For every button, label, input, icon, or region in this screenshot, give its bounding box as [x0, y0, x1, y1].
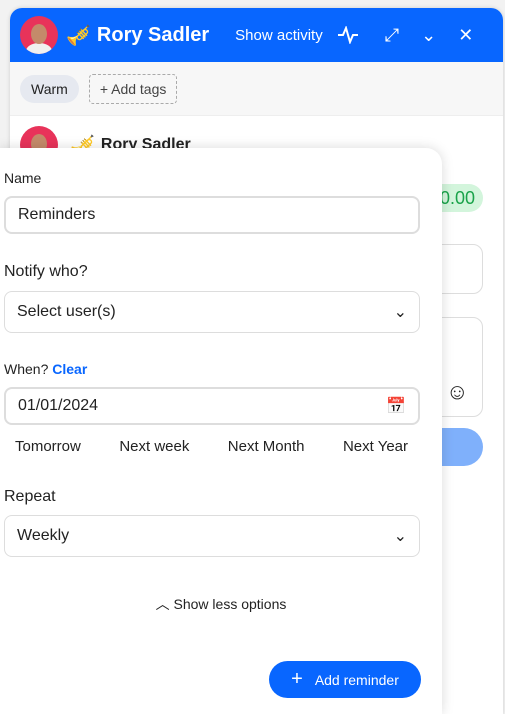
- header-bar: 🎺 Rory Sadler Show activity ⤢ ⌄ ✕: [10, 8, 503, 62]
- add-reminder-label: Add reminder: [314, 671, 399, 688]
- close-icon[interactable]: ✕: [458, 25, 473, 46]
- emoji-icon[interactable]: ☺: [446, 379, 468, 405]
- plus-icon: +: [99, 80, 112, 97]
- tags-row: Warm + Add tags: [10, 62, 503, 116]
- chevron-up-icon: ︿: [155, 596, 174, 612]
- calendar-icon[interactable]: 📅: [386, 396, 406, 416]
- quick-next-month[interactable]: Next Month: [228, 438, 305, 455]
- chevron-down-icon: ⌄: [393, 304, 407, 321]
- date-input[interactable]: 01/01/2024 📅: [4, 387, 420, 425]
- tag-warm[interactable]: Warm: [20, 74, 79, 103]
- plus-icon: +: [291, 668, 303, 690]
- show-less-label: Show less options: [173, 596, 287, 612]
- notify-label: Notify who?: [4, 263, 88, 280]
- name-label: Name: [4, 170, 42, 186]
- add-tags-button[interactable]: + Add tags: [88, 73, 178, 104]
- chevron-down-icon[interactable]: ⌄: [421, 25, 436, 46]
- when-text: When?: [4, 361, 49, 377]
- avatar: [20, 16, 58, 54]
- repeat-select[interactable]: Weekly ⌄: [4, 515, 420, 557]
- date-value: 01/01/2024: [18, 397, 99, 414]
- when-label: When? Clear: [4, 361, 87, 377]
- clear-link[interactable]: Clear: [52, 361, 87, 377]
- add-reminder-button[interactable]: + Add reminder: [269, 661, 421, 698]
- name-value: Reminders: [18, 206, 96, 223]
- name-input[interactable]: Reminders: [4, 196, 420, 234]
- reminder-popover: Name Reminders Notify who? Select user(s…: [0, 148, 442, 714]
- chevron-down-icon: ⌄: [393, 528, 407, 545]
- activity-icon[interactable]: [337, 26, 359, 44]
- repeat-label: Repeat: [4, 488, 56, 505]
- quick-next-week[interactable]: Next week: [119, 438, 189, 455]
- trumpet-emoji: 🎺: [66, 24, 91, 47]
- contact-name: Rory Sadler: [96, 23, 210, 46]
- show-activity-button[interactable]: Show activity: [235, 27, 323, 44]
- add-tags-label: Add tags: [111, 80, 167, 97]
- quick-tomorrow[interactable]: Tomorrow: [15, 438, 81, 455]
- notify-placeholder: Select user(s): [17, 303, 116, 320]
- repeat-value: Weekly: [17, 527, 70, 544]
- quick-next-year[interactable]: Next Year: [343, 438, 408, 455]
- show-less-options[interactable]: ︿ Show less options: [0, 594, 442, 614]
- quick-dates: Tomorrow Next week Next Month Next Year: [4, 438, 420, 455]
- expand-icon[interactable]: ⤢: [385, 25, 399, 46]
- notify-select[interactable]: Select user(s) ⌄: [4, 291, 420, 333]
